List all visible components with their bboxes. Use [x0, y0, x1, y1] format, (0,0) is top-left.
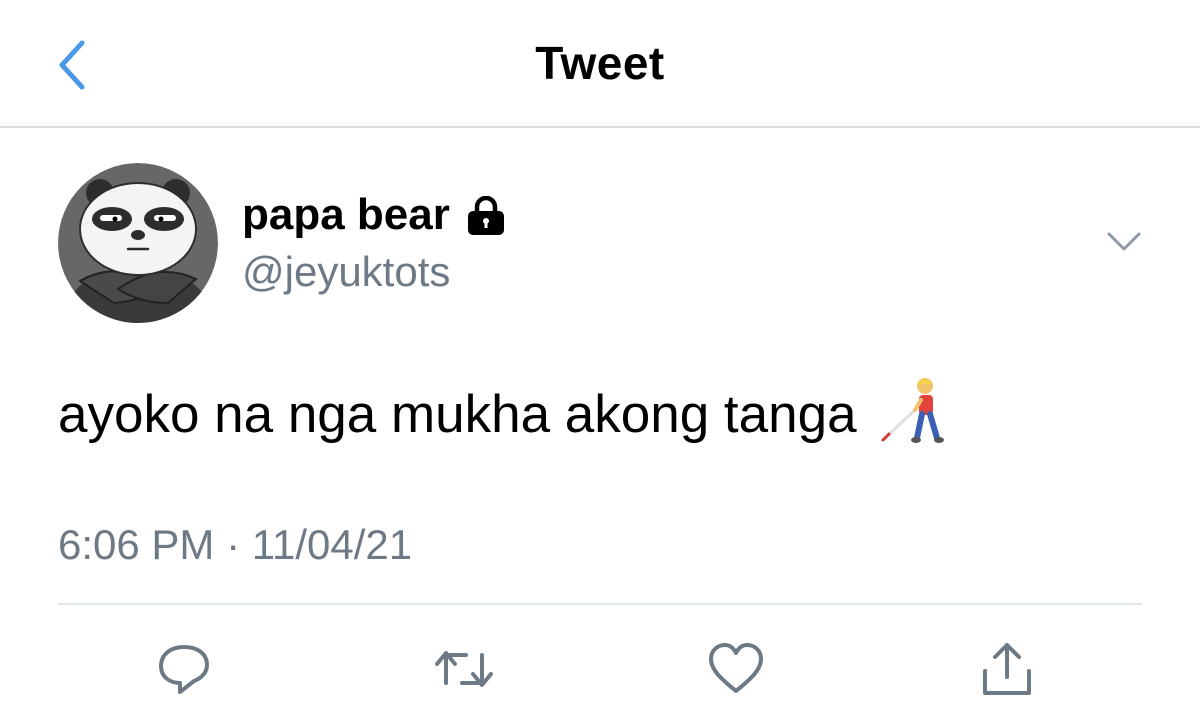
speech-bubble-icon — [159, 645, 209, 694]
actions-divider — [58, 603, 1142, 605]
share-icon — [983, 643, 1031, 695]
tweet-text-row: ayoko na nga mukha akong tanga — [58, 378, 945, 446]
tweet-timestamp: 6:06 PM · 11/04/21 — [58, 521, 413, 568]
page-title: Tweet — [535, 37, 665, 89]
lock-icon — [464, 196, 508, 236]
like-button[interactable] — [704, 637, 768, 701]
retweet-icon — [435, 651, 493, 687]
author-handle[interactable]: @jeyuktots — [242, 248, 450, 296]
chevron-down-icon — [1107, 232, 1141, 251]
author-name: papa bear — [242, 190, 450, 239]
heart-icon — [709, 643, 763, 693]
tweet-text: ayoko na nga mukha akong tanga — [58, 384, 857, 444]
retweet-button[interactable] — [432, 637, 496, 701]
reply-button[interactable] — [152, 637, 216, 701]
author-name-row[interactable]: papa bear — [242, 190, 508, 240]
avatar[interactable] — [58, 163, 218, 323]
panda-avatar-icon — [58, 163, 218, 323]
tweet-menu-button[interactable] — [1104, 226, 1144, 258]
person-with-white-cane-icon — [879, 374, 945, 446]
share-button[interactable] — [975, 637, 1039, 701]
nav-header: Tweet — [0, 0, 1200, 128]
